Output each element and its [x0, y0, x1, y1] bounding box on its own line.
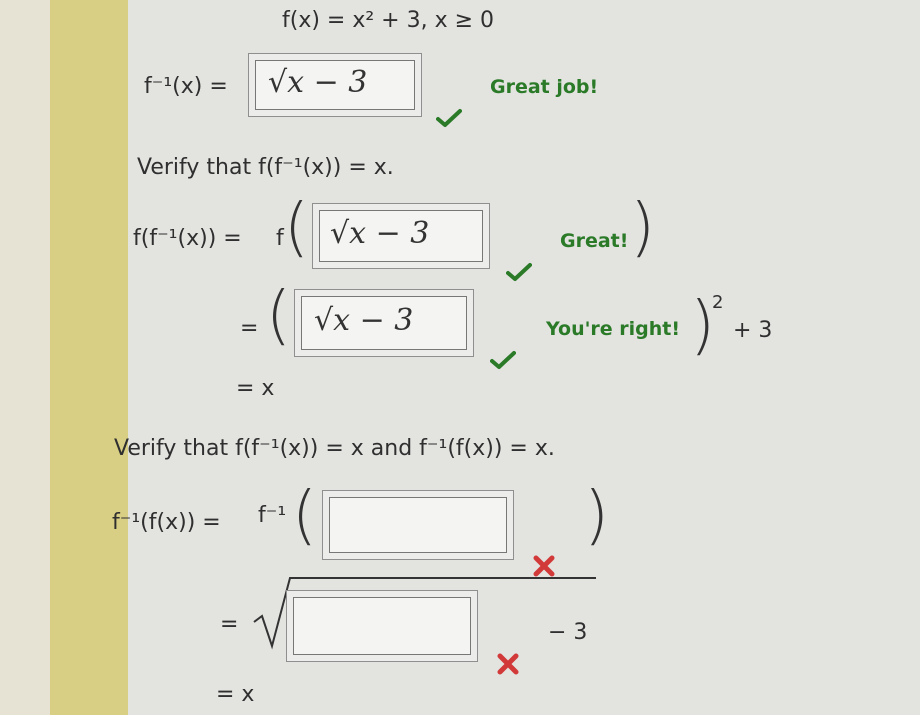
- verify1-plus-three: + 3: [733, 318, 773, 343]
- verify2-input1-box[interactable]: [322, 490, 514, 560]
- check-icon: [436, 109, 462, 127]
- verify1-answer1-box[interactable]: √x − 3: [312, 203, 490, 269]
- verify2-eq2: =: [220, 612, 239, 637]
- left-highlight-band: [50, 0, 128, 715]
- verify2-open-paren: (: [292, 479, 317, 553]
- inverse-answer-value: √x − 3: [268, 65, 368, 100]
- verify1-f-prefix: f: [276, 226, 284, 251]
- verify2-close-paren: ): [584, 479, 609, 553]
- verify1-answer2-box[interactable]: √x − 3: [294, 289, 474, 357]
- function-definition: f(x) = x² + 3, x ≥ 0: [282, 8, 495, 33]
- check-icon: [506, 263, 532, 281]
- verify1-answer1-value: √x − 3: [330, 216, 430, 251]
- inverse-answer-box[interactable]: √x − 3: [248, 53, 422, 117]
- inverse-label: f⁻¹(x) =: [144, 74, 228, 99]
- verify1-open-paren: (: [284, 191, 309, 265]
- verify2-input2-field[interactable]: [293, 597, 471, 655]
- verify1-answer2-value: √x − 3: [314, 303, 414, 338]
- verify2-minus-three: − 3: [548, 620, 588, 645]
- verify2-input2-box[interactable]: [286, 590, 478, 662]
- verify1-result: = x: [236, 376, 275, 401]
- verify1-answer2-field[interactable]: √x − 3: [301, 296, 467, 350]
- verify1-answer1-field[interactable]: √x − 3: [319, 210, 483, 262]
- inverse-feedback: Great job!: [490, 76, 599, 98]
- verify2-result: = x: [216, 682, 255, 707]
- verify1-lhs: f(f⁻¹(x)) =: [133, 226, 242, 251]
- check-icon: [490, 351, 516, 369]
- x-icon: [497, 653, 519, 675]
- inverse-answer-field[interactable]: √x − 3: [255, 60, 415, 110]
- verify1-open-paren2: (: [266, 279, 291, 353]
- verify2-finv-prefix: f⁻¹: [258, 503, 287, 528]
- verify1-instruction: Verify that f(f⁻¹(x)) = x.: [137, 155, 394, 180]
- verify1-feedback1: Great!: [560, 230, 629, 252]
- verify1-eq2: =: [240, 316, 259, 341]
- verify1-close-paren: ): [630, 191, 655, 265]
- verify1-feedback2: You're right!: [546, 318, 681, 340]
- verify2-instruction: Verify that f(f⁻¹(x)) = x and f⁻¹(f(x)) …: [114, 436, 555, 461]
- left-margin: [0, 0, 50, 715]
- verify2-input1-field[interactable]: [329, 497, 507, 553]
- verify2-lhs: f⁻¹(f(x)) =: [112, 510, 221, 535]
- verify1-exponent: 2: [712, 292, 724, 313]
